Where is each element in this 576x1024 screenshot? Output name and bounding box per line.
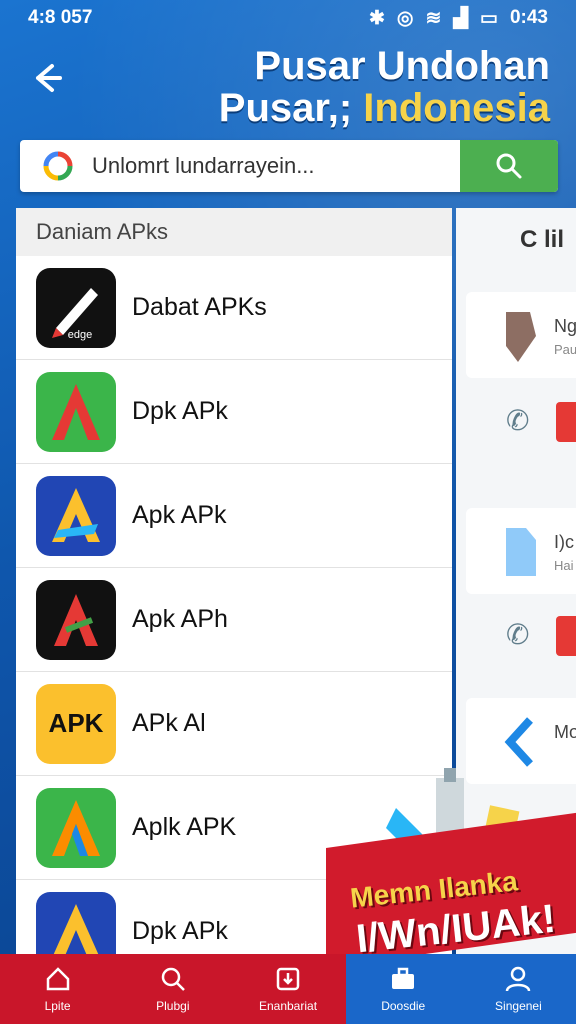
letter-a-icon [54,593,98,646]
side-card[interactable]: I)c Hai [466,508,576,594]
nav-item-briefcase[interactable]: Doosdie [345,954,461,1024]
phone-row[interactable]: ✆ [466,600,576,680]
app-name: Dpk APk [132,397,228,425]
app-name: Apk APk [132,501,227,529]
back-arrow-icon[interactable] [26,58,66,98]
app-icon-text: APK [48,708,104,738]
app-name: Aplk APK [132,813,237,841]
list-item[interactable]: APK APk Al [16,672,452,776]
nav-label: Lpite [44,999,71,1013]
phone-row[interactable]: ✆ [466,386,576,466]
side-card-title: I)c [554,532,574,552]
nav-item-profile[interactable]: Singenei [460,954,576,1024]
bottom-nav: Lpite Plubgi Enanbariat Doosdie Singenei [0,954,576,1024]
app-icon: edge [36,267,116,348]
app-name: Apk APh [132,605,228,633]
side-card-title: Mo [554,722,576,742]
phone-icon[interactable]: ✆ [506,404,529,437]
side-card-title: Ng [554,316,576,336]
app-name: Dabat APKs [132,293,267,321]
signal-icon: ▟ [453,7,469,29]
nav-item-search[interactable]: Plubgi [115,954,230,1024]
battery-icon: ▭ [480,7,498,29]
search-button[interactable] [460,140,558,192]
app-icon: APK [36,683,116,764]
list-item[interactable]: Apk APh [16,568,452,672]
side-card-subtitle: Hai [554,558,574,573]
side-card[interactable]: Ng Pau [466,292,576,378]
user-icon [506,966,531,992]
phone-icon[interactable]: ✆ [506,618,529,651]
app-name: Dpk APk [132,917,228,945]
list-item[interactable]: Apk APk [16,464,452,568]
nav-label: Plubgi [156,999,190,1013]
red-action-button[interactable] [556,402,576,442]
letter-a-icon [52,383,100,440]
google-logo-icon [43,151,73,181]
nav-label: Enanbariat [258,999,318,1013]
nav-label: Singenei [495,999,542,1013]
title-part-a: Pusar,; [218,86,353,130]
letter-a-icon [52,799,100,856]
download-icon [276,967,300,991]
page-title-line1: Pusar Undohan [254,44,550,88]
nav-item-home[interactable]: Lpite [0,954,115,1024]
briefcase-icon [392,967,415,989]
header: Pusar Undohan Pusar,; Indonesia [0,40,576,135]
wifi-icon: ≋ [425,7,442,29]
list-item[interactable]: edge Dabat APKs [16,256,452,360]
home-icon [46,967,69,991]
pen-icon: edge [52,287,98,341]
app-icon [36,475,116,556]
app-icon [36,787,116,868]
sync-icon: ◎ [396,7,414,29]
list-header: Daniam APks [16,208,452,256]
search-bar[interactable]: Unlomrt lundarrayein... [20,140,558,192]
status-bar: 4:8 057 ✱ ◎ ≋ ▟ ▭ 0:43 [0,0,576,36]
bluetooth-icon: ✱ [368,7,385,29]
page-title-line2: Pusar,; Indonesia [219,86,550,131]
nav-item-download[interactable]: Enanbariat [230,954,345,1024]
status-icons: ✱ ◎ ≋ ▟ ▭ 0:43 [369,7,548,30]
nav-label: Doosdie [381,999,426,1013]
red-action-button[interactable] [556,616,576,656]
app-icon-text: edge [68,329,92,341]
app-icon [36,579,116,660]
promo-banner[interactable]: Memn Ilanka I/Wn/IUAk! [326,768,576,968]
status-time: 0:43 [509,7,548,28]
title-part-b: Indonesia [363,86,550,130]
chevron-icon [504,717,533,767]
status-left: 4:8 057 [28,7,93,28]
app-name: APk Al [132,709,206,737]
side-card-subtitle: Pau [554,342,576,357]
tag-icon [506,312,536,362]
app-icon [36,371,116,452]
side-panel-header: C lil [520,226,565,253]
document-icon [506,528,536,576]
search-icon [496,153,522,179]
letter-a-icon [52,487,100,542]
list-item[interactable]: Dpk APk [16,360,452,464]
search-icon [161,967,185,991]
search-input[interactable]: Unlomrt lundarrayein... [92,153,460,179]
